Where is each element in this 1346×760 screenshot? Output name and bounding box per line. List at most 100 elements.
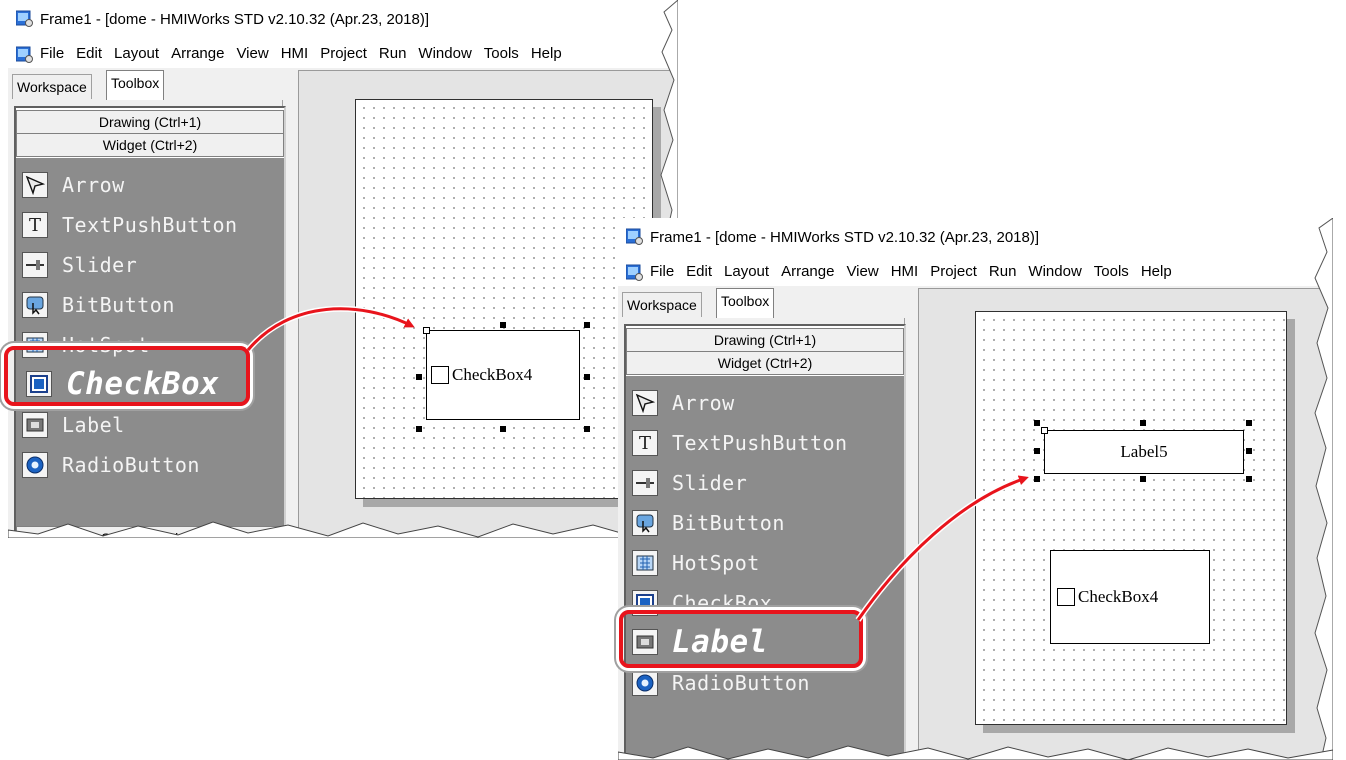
tool-label: BitButton [672,511,785,535]
tool-bit-button[interactable]: BitButton [22,288,175,322]
tool-text-push-button[interactable]: T TextPushButton [22,208,238,242]
screenshot-step-1: Frame1 - [dome - HMIWorks STD v2.10.32 (… [8,0,678,538]
menu-window[interactable]: Window [1028,263,1081,280]
menu-help[interactable]: Help [531,45,562,62]
selection-handle[interactable] [1246,420,1252,426]
menu-run[interactable]: Run [989,263,1017,280]
widget-tool-list: Arrow T TextPushButton Slider BitButton … [626,376,904,760]
torn-edge [8,521,678,538]
toolbox: Drawing (Ctrl+1) Widget (Ctrl+2) Arrow T… [14,106,286,538]
torn-edge [1314,218,1333,760]
menu-run[interactable]: Run [379,45,407,62]
checkbox-widget[interactable]: CheckBox4 [426,330,580,420]
tool-label: Slider [672,471,748,495]
design-canvas-area: Label5 CheckBox4 [918,288,1333,760]
arrow-icon [632,390,658,416]
toolbox-pane: Drawing (Ctrl+1) Widget (Ctrl+2) Arrow T… [622,318,906,760]
tool-label: RadioButton [672,671,810,695]
menu-edit[interactable]: Edit [686,263,712,280]
tool-label: Arrow [62,173,125,197]
design-page[interactable]: CheckBox4 [355,99,653,499]
tab-toolbox[interactable]: Toolbox [106,70,165,100]
tool-slider[interactable]: Slider [22,248,137,282]
tool-label: TextPushButton [62,213,238,237]
tool-hotspot[interactable]: HotSpot [632,546,760,580]
selection-handle[interactable] [1034,420,1040,426]
document-icon[interactable] [626,264,643,281]
selection-handle[interactable] [1246,476,1252,482]
tab-workspace[interactable]: Workspace [12,74,92,99]
app-icon [626,228,643,245]
window-title: Frame1 - [dome - HMIWorks STD v2.10.32 (… [650,229,1040,246]
toolbox-pane: Drawing (Ctrl+1) Widget (Ctrl+2) Arrow T… [12,100,286,538]
arrow-icon [22,172,48,198]
selection-handle[interactable] [416,426,422,432]
menu-file[interactable]: File [650,263,674,280]
menu-view[interactable]: View [236,45,268,62]
selection-handle[interactable] [416,374,422,380]
checkbox-widget-text: CheckBox4 [452,365,533,384]
text-push-button-icon: T [632,430,658,456]
checkbox-highlight [4,346,250,406]
tool-slider[interactable]: Slider [632,466,747,500]
torn-edge [618,745,1333,760]
menu-view[interactable]: View [846,263,878,280]
checkbox-widget[interactable]: CheckBox4 [1050,550,1210,644]
selection-handle[interactable] [584,426,590,432]
selection-handle[interactable] [1034,476,1040,482]
tool-radio-button[interactable]: RadioButton [632,666,810,700]
selection-handle[interactable] [1034,448,1040,454]
design-page[interactable]: Label5 CheckBox4 [975,311,1287,725]
tab-workspace[interactable]: Workspace [622,292,702,317]
group-widget[interactable]: Widget (Ctrl+2) [626,351,904,375]
tool-arrow[interactable]: Arrow [22,168,125,202]
menu-arrange[interactable]: Arrange [781,263,834,280]
tool-label: Slider [62,253,138,277]
label-widget-text: Label5 [1120,442,1168,461]
tool-label: RadioButton [62,453,200,477]
menu-layout[interactable]: Layout [724,263,769,280]
menu-hmi[interactable]: HMI [891,263,919,280]
selection-handle[interactable] [1246,448,1252,454]
group-drawing[interactable]: Drawing (Ctrl+1) [16,110,284,134]
document-icon[interactable] [16,46,33,63]
menu-layout[interactable]: Layout [114,45,159,62]
window-title: Frame1 - [dome - HMIWorks STD v2.10.32 (… [40,11,430,28]
selection-handle[interactable] [1041,427,1048,434]
text-push-button-icon: T [22,212,48,238]
menu-arrange[interactable]: Arrange [171,45,224,62]
tool-text-push-button[interactable]: T TextPushButton [632,426,848,460]
menu-project[interactable]: Project [930,263,977,280]
selection-handle[interactable] [500,322,506,328]
label-highlight [619,610,863,668]
menu-edit[interactable]: Edit [76,45,102,62]
selection-handle[interactable] [584,322,590,328]
selection-handle[interactable] [584,374,590,380]
selection-handle[interactable] [1140,420,1146,426]
selection-handle[interactable] [500,426,506,432]
menu-tools[interactable]: Tools [484,45,519,62]
checkbox-square[interactable] [431,366,449,384]
bit-button-icon [22,292,48,318]
tool-bit-button[interactable]: BitButton [632,506,785,540]
tab-toolbox[interactable]: Toolbox [716,288,775,318]
group-drawing[interactable]: Drawing (Ctrl+1) [626,328,904,352]
label-icon [22,412,48,438]
menu-project[interactable]: Project [320,45,367,62]
menu-file[interactable]: File [40,45,64,62]
label-widget[interactable]: Label5 [1044,430,1244,474]
menu-window[interactable]: Window [418,45,471,62]
menu-hmi[interactable]: HMI [281,45,309,62]
group-widget[interactable]: Widget (Ctrl+2) [16,133,284,157]
tool-radio-button[interactable]: RadioButton [22,448,200,482]
tool-label[interactable]: Label [22,408,125,442]
screenshot-step-2: Frame1 - [dome - HMIWorks STD v2.10.32 (… [618,218,1333,760]
selection-handle[interactable] [423,327,430,334]
tool-label: HotSpot [672,551,760,575]
menu-tools[interactable]: Tools [1094,263,1129,280]
tool-arrow[interactable]: Arrow [632,386,735,420]
title-bar: Frame1 - [dome - HMIWorks STD v2.10.32 (… [8,0,678,34]
menu-help[interactable]: Help [1141,263,1172,280]
checkbox-square[interactable] [1057,588,1075,606]
selection-handle[interactable] [1140,476,1146,482]
